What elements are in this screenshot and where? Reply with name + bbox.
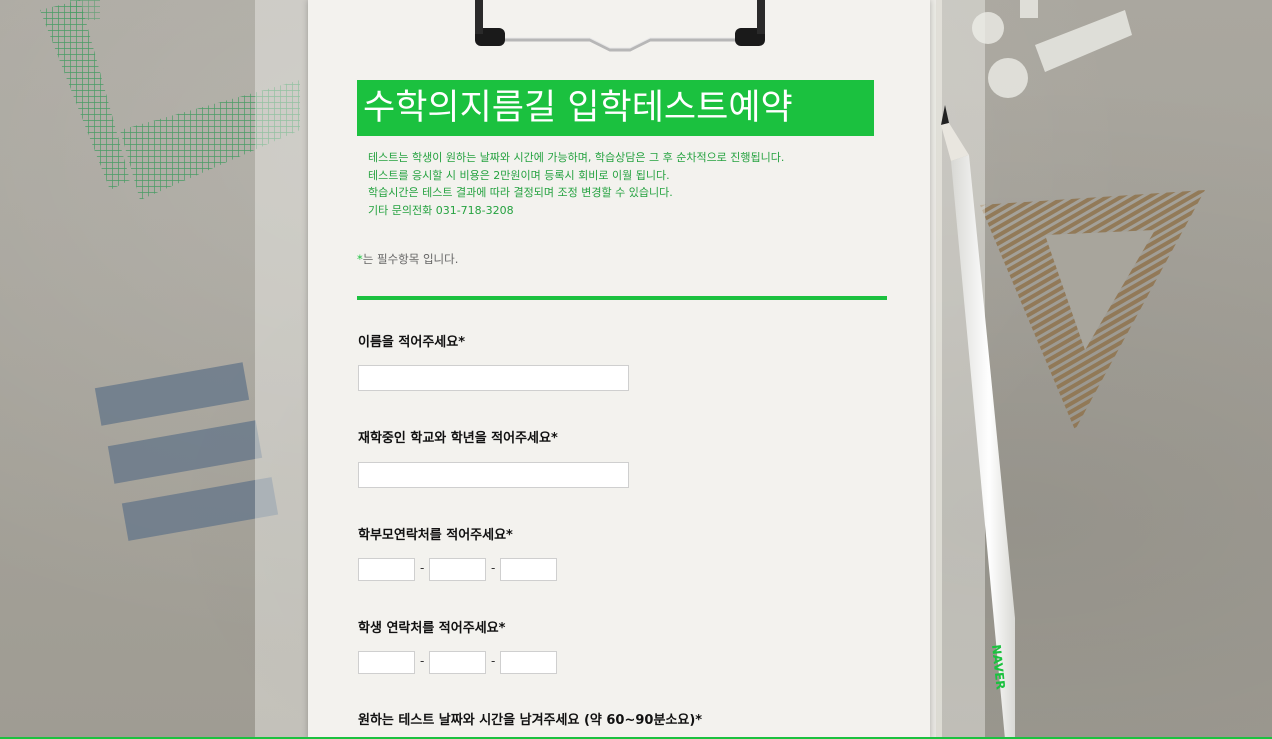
student-phone-part3-input[interactable]	[500, 651, 557, 674]
school-question-label: 재학중인 학교와 학년을 적어주세요*	[358, 431, 558, 446]
info-line: 기타 문의전화 031-718-3208	[368, 203, 514, 217]
school-input[interactable]	[358, 462, 629, 488]
phone-separator: -	[420, 561, 425, 575]
parent-phone-question-label: 학부모연락처를 적어주세요*	[358, 528, 513, 543]
info-line: 테스트는 학생이 원하는 날짜와 시간에 가능하며, 학습상담은 그 후 순차적…	[368, 151, 785, 164]
student-phone-part2-input[interactable]	[429, 651, 486, 674]
name-question-label: 이름을 적어주세요*	[358, 335, 466, 350]
info-line: 학습시간은 테스트 결과에 따라 결정되며 조정 변경할 수 있습니다.	[368, 186, 673, 199]
phone-separator: -	[420, 654, 425, 668]
phone-separator: -	[491, 654, 496, 668]
pencil-icon: NAVER	[941, 105, 1015, 739]
info-line: 테스트를 응시할 시 비용은 2만원이며 등록시 회비로 이월 됩니다.	[368, 168, 670, 182]
required-note: *는 필수항목 입니다.	[357, 251, 458, 267]
parent-phone-part3-input[interactable]	[500, 558, 557, 581]
phone-separator: -	[491, 561, 496, 575]
clipboard-clip-icon	[475, 0, 765, 52]
parent-phone-part1-input[interactable]	[358, 558, 415, 581]
info-block: 테스트는 학생이 원하는 날짜와 시간에 가능하며, 학습상담은 그 후 순차적…	[368, 149, 888, 219]
divider	[357, 296, 887, 300]
student-phone-part1-input[interactable]	[358, 651, 415, 674]
required-note-text: 는 필수항목 입니다.	[362, 252, 459, 266]
white-shape-decoration	[972, 0, 1132, 98]
parent-phone-part2-input[interactable]	[429, 558, 486, 581]
page-title: 수학의지름길 입학테스트예약	[357, 80, 874, 136]
name-input[interactable]	[358, 365, 629, 391]
datetime-question-label: 원하는 테스트 날짜와 시간을 남겨주세요 (약 60~90분소요)*	[358, 713, 703, 728]
student-phone-question-label: 학생 연락처를 적어주세요*	[358, 621, 506, 636]
